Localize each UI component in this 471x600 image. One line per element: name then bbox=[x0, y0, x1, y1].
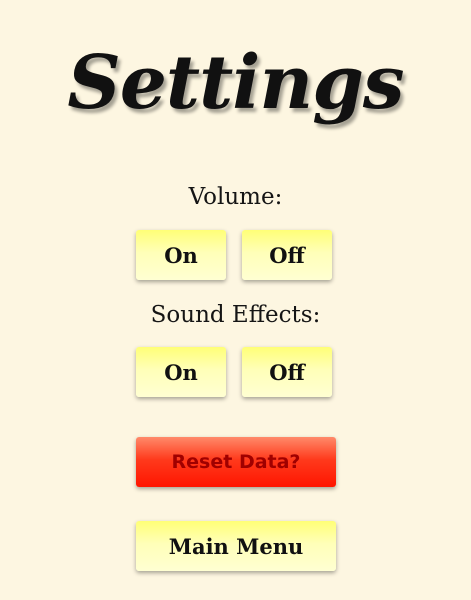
main-menu-button[interactable]: Main Menu bbox=[136, 521, 336, 571]
sound-effects-on-button[interactable]: On bbox=[136, 347, 226, 397]
volume-on-button[interactable]: On bbox=[136, 230, 226, 280]
sound-effects-label: Sound Effects: bbox=[150, 302, 321, 328]
sound-effects-off-button[interactable]: Off bbox=[242, 347, 332, 397]
volume-label: Volume: bbox=[188, 184, 283, 210]
volume-off-button[interactable]: Off bbox=[242, 230, 332, 280]
reset-data-button[interactable]: Reset Data? bbox=[136, 437, 336, 487]
settings-title: Settings bbox=[67, 40, 404, 126]
